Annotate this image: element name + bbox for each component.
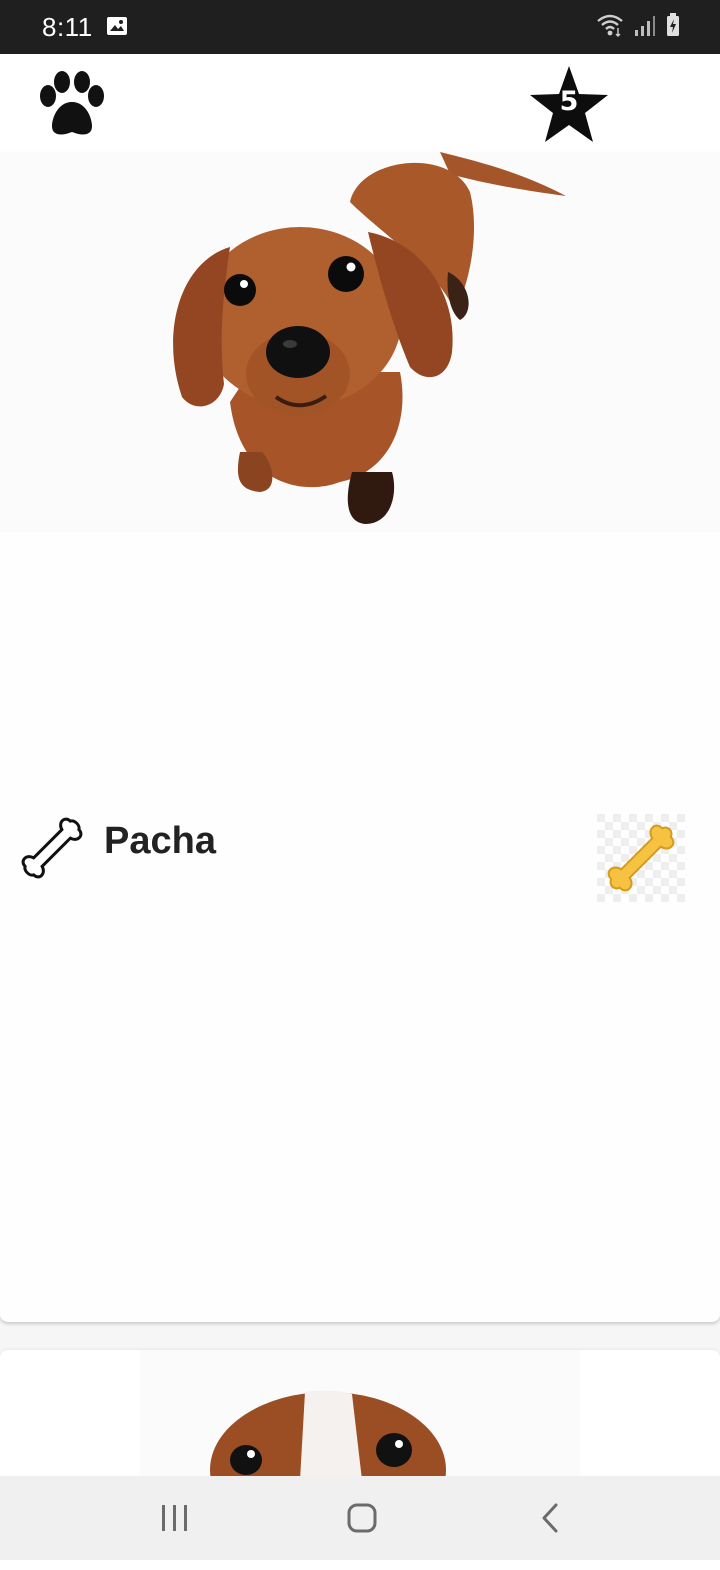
feed-bone-button[interactable] xyxy=(597,814,685,902)
status-time: 8:11 xyxy=(42,12,93,42)
bone-outline-icon xyxy=(16,812,88,884)
dog-name: Pacha xyxy=(104,820,216,862)
star-icon xyxy=(526,66,612,152)
home-icon[interactable] xyxy=(331,1498,391,1538)
app-bar: 5 xyxy=(0,54,720,153)
signal-icon xyxy=(634,15,656,42)
paw-icon xyxy=(30,62,114,146)
back-icon[interactable] xyxy=(520,1498,580,1538)
status-bar: 8:11 xyxy=(0,0,720,54)
battery-charging-icon xyxy=(666,13,680,42)
dog-photo xyxy=(0,152,720,532)
recents-icon[interactable] xyxy=(144,1498,204,1538)
dog-card[interactable]: Pacha xyxy=(0,152,720,1322)
score-value: 5 xyxy=(559,86,579,117)
gallery-icon xyxy=(106,16,128,41)
dog-info-row: Pacha xyxy=(0,812,720,904)
score-badge[interactable]: 5 xyxy=(526,62,612,148)
wifi-icon xyxy=(596,13,624,42)
status-icons xyxy=(596,13,680,42)
system-nav-bar xyxy=(0,1476,720,1560)
